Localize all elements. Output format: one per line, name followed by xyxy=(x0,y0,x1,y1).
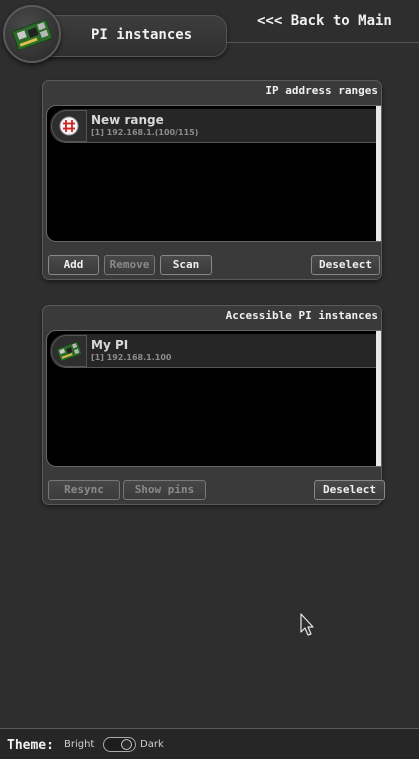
pi-instances-list[interactable]: My PI [1] 192.168.1.100 xyxy=(46,330,382,467)
remove-button[interactable]: Remove xyxy=(104,255,155,275)
pi-instances-panel: Accessible PI instances My PI [1] 192.16… xyxy=(42,305,385,505)
item-icon-frame xyxy=(51,110,87,142)
ip-ranges-title: IP address ranges xyxy=(265,84,378,97)
deselect-range-button[interactable]: Deselect xyxy=(311,255,380,275)
theme-bright-label[interactable]: Bright xyxy=(64,739,94,750)
list-item[interactable]: New range [1] 192.168.1.(100/115) xyxy=(50,109,378,143)
pi-instances-title: Accessible PI instances xyxy=(225,309,378,322)
add-button[interactable]: Add xyxy=(48,255,99,275)
theme-footer: Theme: Bright Dark xyxy=(0,728,419,759)
pi-name: My PI xyxy=(91,338,129,352)
item-icon-frame xyxy=(51,335,87,367)
ip-ranges-panel: IP address ranges New range [1] 192.168.… xyxy=(42,80,382,280)
raspberry-pi-board-icon xyxy=(12,19,53,51)
range-grid-icon xyxy=(59,116,79,136)
raspberry-pi-board-icon xyxy=(56,341,82,362)
ip-ranges-list[interactable]: New range [1] 192.168.1.(100/115) xyxy=(46,105,382,242)
theme-label: Theme: xyxy=(7,738,54,753)
deselect-pi-button[interactable]: Deselect xyxy=(314,480,385,500)
theme-dark-label[interactable]: Dark xyxy=(140,739,164,750)
app-logo xyxy=(3,5,61,63)
page-title: PI instances xyxy=(91,27,193,43)
toggle-knob xyxy=(121,739,132,750)
back-to-main-link[interactable]: <<< Back to Main xyxy=(257,13,392,29)
mouse-cursor-icon xyxy=(300,613,314,636)
resync-button[interactable]: Resync xyxy=(48,480,120,500)
range-detail: [1] 192.168.1.(100/115) xyxy=(91,128,199,137)
range-name: New range xyxy=(91,113,164,127)
list-item[interactable]: My PI [1] 192.168.1.100 xyxy=(50,334,378,368)
scrollbar[interactable] xyxy=(376,106,381,241)
theme-toggle[interactable] xyxy=(103,737,136,752)
header-divider xyxy=(227,42,419,43)
pi-detail: [1] 192.168.1.100 xyxy=(91,353,172,362)
scrollbar[interactable] xyxy=(376,331,381,466)
scan-button[interactable]: Scan xyxy=(160,255,212,275)
show-pins-button[interactable]: Show pins xyxy=(123,480,206,500)
